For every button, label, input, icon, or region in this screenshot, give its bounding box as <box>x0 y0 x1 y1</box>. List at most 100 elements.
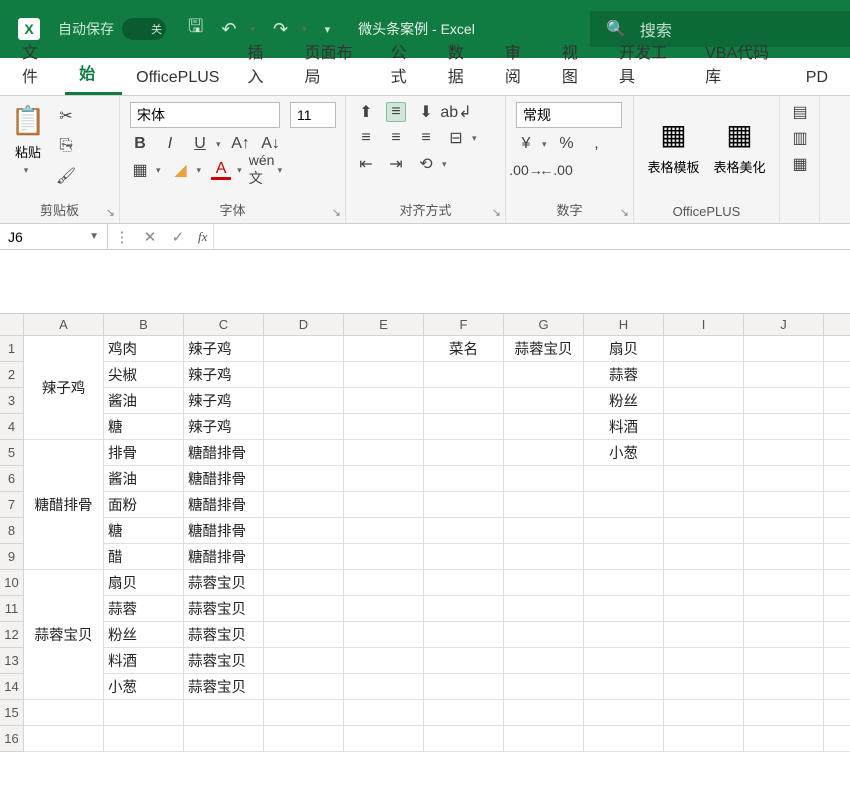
row-header-15[interactable]: 15 <box>0 700 24 726</box>
cell-E8[interactable] <box>344 518 424 544</box>
cell-J4[interactable] <box>744 414 824 440</box>
name-box[interactable]: J6 ▼ <box>0 224 108 249</box>
cell-I4[interactable] <box>664 414 744 440</box>
undo-icon[interactable]: ↶ <box>221 19 236 40</box>
increase-indent-button[interactable]: ⇥ <box>386 154 406 174</box>
cell-H4[interactable]: 料酒 <box>584 414 664 440</box>
row-header-4[interactable]: 4 <box>0 414 24 440</box>
cell-C16[interactable] <box>184 726 264 752</box>
font-color-button[interactable]: A <box>211 160 231 180</box>
cell-E16[interactable] <box>344 726 424 752</box>
accounting-format-button[interactable]: ¥ <box>516 134 536 154</box>
cell-E3[interactable] <box>344 388 424 414</box>
cell-J5[interactable] <box>744 440 824 466</box>
tab-数据[interactable]: 数据 <box>434 31 491 95</box>
cell-E13[interactable] <box>344 648 424 674</box>
cell-I6[interactable] <box>664 466 744 492</box>
cell-D14[interactable] <box>264 674 344 700</box>
align-right-button[interactable]: ≡ <box>416 128 436 148</box>
cell-C14[interactable]: 蒜蓉宝贝 <box>184 674 264 700</box>
phonetic-button[interactable]: wén文 <box>252 160 272 180</box>
cell-B8[interactable]: 糖 <box>104 518 184 544</box>
cell-K4[interactable] <box>824 414 850 440</box>
column-header-D[interactable]: D <box>264 314 344 336</box>
cell-H11[interactable] <box>584 596 664 622</box>
formula-expand-area[interactable] <box>0 250 850 314</box>
cell-E15[interactable] <box>344 700 424 726</box>
paste-button[interactable]: 📋 粘贴 ▾ <box>10 102 46 176</box>
redo-icon[interactable]: ↷ <box>273 19 288 40</box>
cell-C13[interactable]: 蒜蓉宝贝 <box>184 648 264 674</box>
cell-H16[interactable] <box>584 726 664 752</box>
cell-K14[interactable] <box>824 674 850 700</box>
cell-I14[interactable] <box>664 674 744 700</box>
cell-I15[interactable] <box>664 700 744 726</box>
cell-B13[interactable]: 料酒 <box>104 648 184 674</box>
cell-J9[interactable] <box>744 544 824 570</box>
cell-G12[interactable] <box>504 622 584 648</box>
row-header-2[interactable]: 2 <box>0 362 24 388</box>
cell-F2[interactable] <box>424 362 504 388</box>
cell-H8[interactable] <box>584 518 664 544</box>
cell-G7[interactable] <box>504 492 584 518</box>
cell-K15[interactable] <box>824 700 850 726</box>
font-dialog-launcher[interactable]: ↘ <box>332 206 341 219</box>
cell-A5[interactable]: 糖醋排骨 <box>24 440 104 570</box>
cell-D10[interactable] <box>264 570 344 596</box>
cell-F11[interactable] <box>424 596 504 622</box>
cell-G2[interactable] <box>504 362 584 388</box>
cut-icon[interactable]: ✂ <box>56 106 76 126</box>
cell-H10[interactable] <box>584 570 664 596</box>
cell-J14[interactable] <box>744 674 824 700</box>
cell-F9[interactable] <box>424 544 504 570</box>
cell-D12[interactable] <box>264 622 344 648</box>
cell-F5[interactable] <box>424 440 504 466</box>
cell-K6[interactable] <box>824 466 850 492</box>
cell-A10[interactable]: 蒜蓉宝贝 <box>24 570 104 700</box>
formula-input[interactable] <box>213 224 850 249</box>
cell-J7[interactable] <box>744 492 824 518</box>
cell-H6[interactable] <box>584 466 664 492</box>
formula-more-icon[interactable]: ⋮ <box>108 228 136 246</box>
column-header-I[interactable]: I <box>664 314 744 336</box>
column-header-G[interactable]: G <box>504 314 584 336</box>
cell-K7[interactable] <box>824 492 850 518</box>
cell-D6[interactable] <box>264 466 344 492</box>
spreadsheet-grid[interactable]: ABCDEFGHIJ1辣子鸡鸡肉辣子鸡菜名蒜蓉宝贝扇贝2尖椒辣子鸡蒜蓉3酱油辣子… <box>0 314 850 752</box>
align-bottom-button[interactable]: ⬇ <box>416 102 436 122</box>
cell-C1[interactable]: 辣子鸡 <box>184 336 264 362</box>
cell-K13[interactable] <box>824 648 850 674</box>
column-header-F[interactable]: F <box>424 314 504 336</box>
decrease-decimal-button[interactable]: ←.00 <box>546 160 566 180</box>
cell-A16[interactable] <box>24 726 104 752</box>
cell-I5[interactable] <box>664 440 744 466</box>
cell-H7[interactable] <box>584 492 664 518</box>
align-center-button[interactable]: ≡ <box>386 128 406 148</box>
cell-B6[interactable]: 酱油 <box>104 466 184 492</box>
cell-B3[interactable]: 酱油 <box>104 388 184 414</box>
cell-B4[interactable]: 糖 <box>104 414 184 440</box>
alignment-dialog-launcher[interactable]: ↘ <box>492 206 501 219</box>
cell-D7[interactable] <box>264 492 344 518</box>
cell-C6[interactable]: 糖醋排骨 <box>184 466 264 492</box>
cell-C10[interactable]: 蒜蓉宝贝 <box>184 570 264 596</box>
cell-F16[interactable] <box>424 726 504 752</box>
cell-I2[interactable] <box>664 362 744 388</box>
cell-B12[interactable]: 粉丝 <box>104 622 184 648</box>
cell-J6[interactable] <box>744 466 824 492</box>
italic-button[interactable]: I <box>160 134 180 154</box>
underline-button[interactable]: U <box>190 134 210 154</box>
cell-I9[interactable] <box>664 544 744 570</box>
cell-G5[interactable] <box>504 440 584 466</box>
cell-K16[interactable] <box>824 726 850 752</box>
cell-G8[interactable] <box>504 518 584 544</box>
cell-D4[interactable] <box>264 414 344 440</box>
cell-E9[interactable] <box>344 544 424 570</box>
tab-VBA代码库[interactable]: VBA代码库 <box>691 31 792 95</box>
row-header-14[interactable]: 14 <box>0 674 24 700</box>
cell-G1[interactable]: 蒜蓉宝贝 <box>504 336 584 362</box>
bold-button[interactable]: B <box>130 134 150 154</box>
cell-H15[interactable] <box>584 700 664 726</box>
column-header-B[interactable]: B <box>104 314 184 336</box>
fill-color-button[interactable]: ◢ <box>171 160 191 180</box>
